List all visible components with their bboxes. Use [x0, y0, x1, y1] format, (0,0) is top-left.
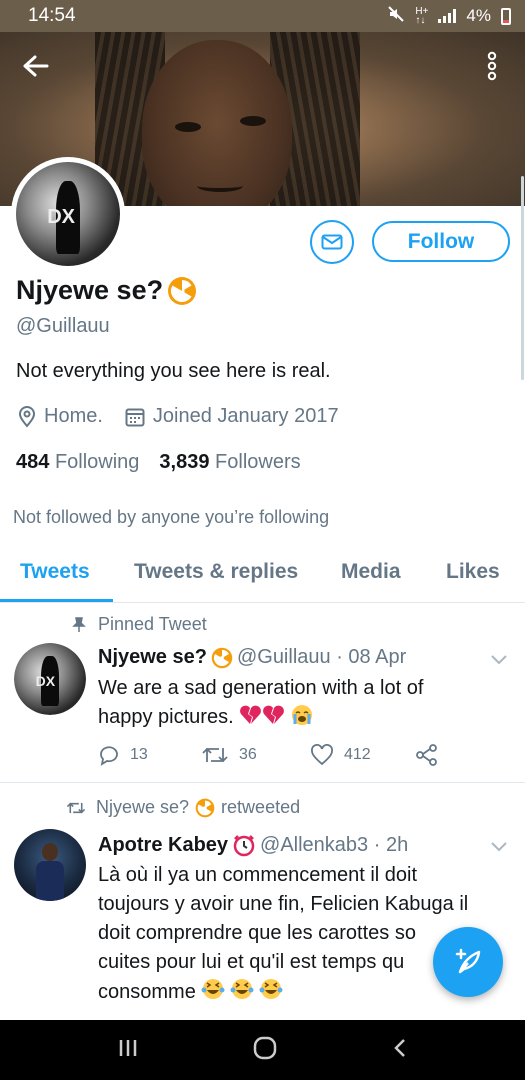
- tweet-header: Njyewe se? @Guillauu · 08 Apr: [98, 646, 406, 669]
- arrow-left-icon: [23, 55, 49, 77]
- tweet-author-name[interactable]: Njyewe se?: [98, 646, 207, 669]
- tweet-text: We are a sad generation with a lot of ha…: [98, 674, 478, 735]
- home-icon: [254, 1036, 277, 1059]
- chevron-left-icon: [394, 1038, 406, 1057]
- message-button[interactable]: [310, 220, 354, 264]
- retweet-context: Njyewe se? retweeted: [66, 797, 300, 818]
- like-button[interactable]: 412: [310, 744, 371, 766]
- tweet-handle-date: @Guillauu · 08 Apr: [236, 646, 407, 668]
- system-navigation-bar: [0, 1020, 525, 1080]
- radioactive-icon: [211, 647, 233, 668]
- tweet-header: Apotre Kabey @Allenkab3 · 2h: [98, 833, 408, 857]
- mail-icon: [321, 234, 343, 250]
- signal-icon: [438, 9, 457, 23]
- radioactive-icon: [195, 798, 215, 817]
- active-tab-indicator: [0, 599, 113, 602]
- reply-icon: [100, 746, 118, 766]
- tab-media[interactable]: Media: [341, 560, 401, 584]
- retweet-icon: [202, 747, 228, 763]
- tab-likes[interactable]: Likes: [446, 560, 500, 584]
- battery-icon: [501, 7, 511, 25]
- broken-heart-icon: [239, 704, 285, 735]
- more-options-button[interactable]: [470, 44, 514, 88]
- profile-bio: Not everything you see here is real.: [16, 360, 331, 382]
- heart-icon: [311, 744, 333, 766]
- compose-feather-icon: [455, 948, 481, 974]
- share-icon: [416, 744, 437, 766]
- retweet-button[interactable]: 36: [201, 744, 257, 766]
- following-link[interactable]: 484 Following: [16, 451, 139, 474]
- tweet-avatar[interactable]: [14, 829, 86, 901]
- pinned-label: Pinned Tweet: [72, 614, 207, 635]
- tweet-divider: [0, 782, 525, 783]
- profile-stats: 484 Following 3,839 Followers: [16, 451, 301, 474]
- profile-location: Home.: [44, 405, 103, 427]
- chevron-down-icon[interactable]: [488, 648, 510, 670]
- scrollbar[interactable]: [521, 176, 524, 380]
- profile-meta: Home. Joined January 2017: [18, 405, 361, 428]
- back-nav-button[interactable]: [392, 1037, 408, 1064]
- followers-link[interactable]: 3,839 Followers: [159, 451, 300, 474]
- recent-apps-button[interactable]: [117, 1038, 139, 1063]
- profile-name: Njyewe se?: [16, 275, 197, 306]
- alarm-clock-icon: [233, 835, 255, 857]
- tweet-author-name[interactable]: Apotre Kabey: [98, 834, 228, 857]
- data-icon: H+ ↑↓: [415, 6, 429, 26]
- tab-tweets[interactable]: Tweets: [20, 560, 90, 584]
- profile-handle: @Guillauu: [16, 315, 110, 337]
- compose-tweet-button[interactable]: [433, 927, 503, 997]
- share-button[interactable]: [416, 744, 438, 766]
- crying-face-icon: [291, 704, 313, 735]
- follow-button[interactable]: Follow: [372, 221, 510, 262]
- calendar-icon: [125, 408, 145, 426]
- back-button[interactable]: [14, 44, 58, 88]
- recent-apps-icon: [119, 1039, 137, 1056]
- profile-joined: Joined January 2017: [152, 405, 339, 427]
- profile-tabs: Tweets Tweets & replies Media Likes: [0, 550, 525, 603]
- pin-icon: [72, 616, 86, 632]
- reply-button[interactable]: 13: [98, 744, 148, 766]
- profile-avatar[interactable]: DX: [11, 157, 125, 271]
- battery-text: 4%: [466, 6, 491, 25]
- tab-tweets-replies[interactable]: Tweets & replies: [134, 560, 298, 584]
- chevron-down-icon[interactable]: [488, 835, 510, 857]
- laughing-face-icon: [201, 977, 285, 1010]
- overflow-menu-icon: [487, 51, 497, 81]
- followed-by-text: Not followed by anyone you’re following: [13, 507, 330, 527]
- status-time: 14:54: [28, 5, 76, 26]
- home-button[interactable]: [252, 1035, 278, 1066]
- tweet-handle-date: @Allenkab3 · 2h: [260, 833, 409, 856]
- mute-icon: [387, 5, 405, 28]
- tweet-avatar[interactable]: DX: [14, 643, 86, 715]
- location-pin-icon: [18, 405, 36, 428]
- retweet-icon: [66, 802, 86, 813]
- radioactive-icon: [168, 276, 197, 305]
- status-bar: 14:54 H+ ↑↓ 4%: [0, 0, 525, 32]
- tweet-actions: 13 36 412: [98, 744, 458, 770]
